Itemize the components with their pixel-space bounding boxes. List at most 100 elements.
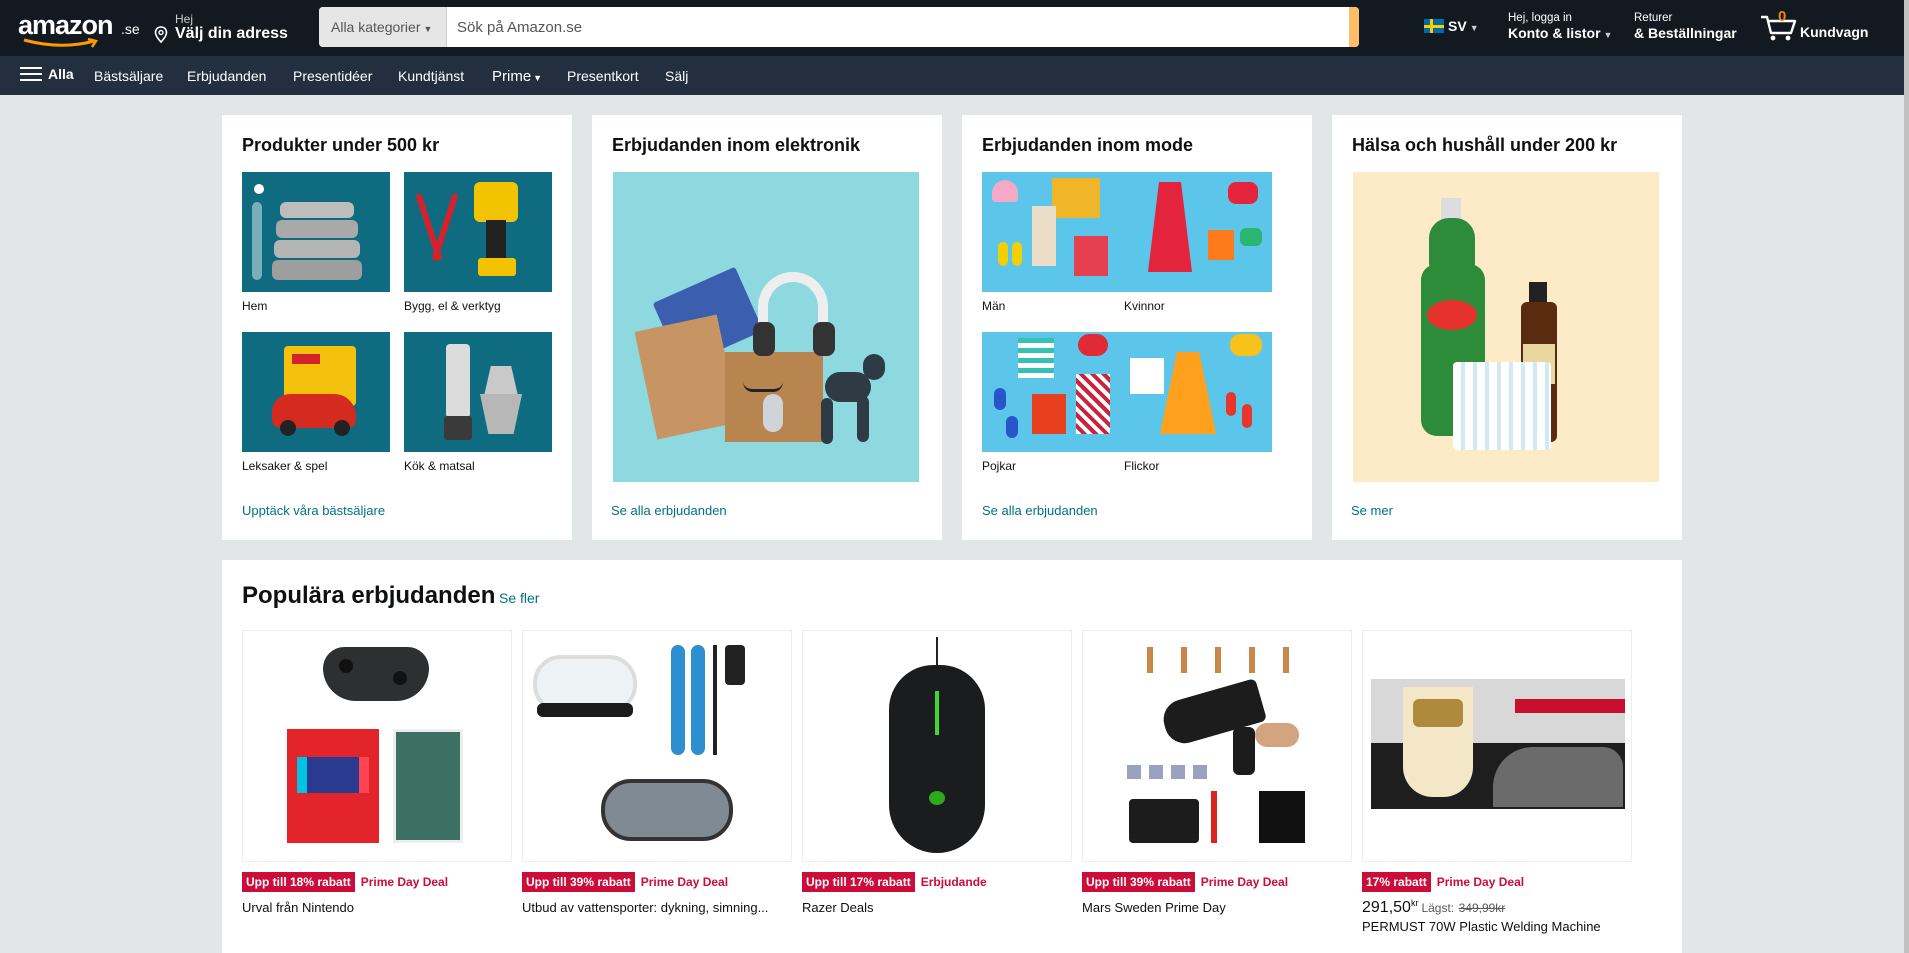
returns-orders-link[interactable]: Returer & Beställningar (1634, 12, 1737, 41)
search-bar: Alla kategorier ▼ (319, 7, 1359, 47)
chevron-down-icon: ▼ (1469, 23, 1479, 33)
chevron-down-icon: ▼ (533, 73, 543, 83)
account-greeting: Hej, logga in (1508, 12, 1572, 24)
search-input[interactable] (447, 7, 1229, 47)
deal-price: 291,50kr Lägst: 349,99kr (1362, 898, 1632, 917)
all-menu-label: Alla (48, 66, 74, 82)
nav-sell[interactable]: Sälj (665, 68, 688, 84)
see-more-link[interactable]: Se mer (1351, 503, 1393, 518)
nav-deals[interactable]: Erbjudanden (187, 68, 266, 84)
orders-label: & Beställningar (1634, 25, 1737, 41)
kitchen-image (404, 332, 552, 452)
address-label: Välj din adress (175, 25, 288, 42)
category-caption: Män (982, 299, 1006, 313)
tools-image (404, 172, 552, 292)
deal-image-watersports (522, 630, 792, 862)
address-greeting: Hej (175, 12, 194, 26)
amazon-logo[interactable]: amazon .se (18, 10, 140, 48)
deal-image-razer (802, 630, 1072, 862)
card-title: Produkter under 500 kr (242, 135, 440, 155)
deal-image-mars (1082, 630, 1352, 862)
card-title: Hälsa och hushåll under 200 kr (1352, 135, 1618, 155)
deal-title: Razer Deals (802, 900, 874, 915)
popular-deals-section: Populära erbjudanden Se fler Upp till 18… (222, 560, 1682, 953)
card-under-500: Produkter under 500 kr Hem Bygg, el & ve… (222, 115, 572, 540)
nav-gift-ideas[interactable]: Presentidéer (293, 68, 372, 84)
deal-type-label: Prime Day Deal (1436, 875, 1525, 889)
deal-type-label: Erbjudande (920, 875, 987, 889)
nav-gift-cards[interactable]: Presentkort (567, 68, 639, 84)
category-caption: Flickor (1124, 459, 1160, 473)
nav-prime[interactable]: Prime ▼ (492, 68, 542, 85)
cart-count: 0 (1778, 8, 1787, 25)
see-bestsellers-link[interactable]: Upptäck våra bästsäljare (242, 503, 385, 518)
deal-title: Mars Sweden Prime Day (1082, 900, 1226, 915)
card-health-household: Hälsa och hushåll under 200 kr Se mer (1332, 115, 1682, 540)
all-menu-button[interactable]: Alla (20, 66, 74, 82)
price-value: 291,50 (1362, 899, 1411, 916)
electronics-image[interactable] (613, 172, 919, 482)
women-image (1124, 172, 1272, 292)
category-tile-girls[interactable]: Flickor (1124, 332, 1272, 473)
card-title: Erbjudanden inom mode (982, 135, 1194, 155)
deal-card[interactable]: Upp till 18% rabatt Prime Day Deal Urval … (242, 630, 512, 915)
deal-card[interactable]: Upp till 17% rabatt Erbjudande Razer Deal… (802, 630, 1072, 915)
deal-title: Urval från Nintendo (242, 900, 354, 915)
account-menu[interactable]: Hej, logga in Konto & listor ▼ (1508, 12, 1612, 41)
card-title: Erbjudanden inom elektronik (612, 135, 861, 155)
deal-card[interactable]: 17% rabatt Prime Day Deal 291,50kr Lägst: … (1362, 630, 1632, 934)
health-household-image[interactable] (1353, 172, 1659, 482)
lowest-price-label: Lägst: (1421, 901, 1455, 915)
category-tile-boys[interactable]: Pojkar (982, 332, 1130, 473)
category-caption: Kök & matsal (404, 459, 475, 473)
account-label: Konto & listor (1508, 25, 1601, 41)
deal-title: PERMUST 70W Plastic Welding Machine (1362, 919, 1601, 934)
boys-image (982, 332, 1130, 452)
language-selector[interactable]: SV ▼ (1424, 18, 1479, 34)
section-title: Populära erbjudanden (242, 582, 496, 609)
nav-customer-service[interactable]: Kundtjänst (398, 68, 464, 84)
deal-card[interactable]: Upp till 39% rabatt Prime Day Deal Mars S… (1082, 630, 1352, 915)
top-navbar: amazon .se Hej Välj din adress Alla kate… (0, 0, 1909, 56)
see-more-deals-link[interactable]: Se fler (499, 590, 539, 606)
deal-type-label: Prime Day Deal (640, 875, 729, 889)
sweden-flag-icon (1424, 19, 1444, 33)
discount-badge: Upp till 39% rabatt (522, 872, 635, 892)
discount-badge: 17% rabatt (1362, 872, 1431, 892)
category-tile-tools[interactable]: Bygg, el & verktyg (404, 172, 552, 313)
category-tile-kitchen[interactable]: Kök & matsal (404, 332, 552, 473)
hamburger-menu-icon (20, 66, 42, 82)
cart-label: Kundvagn (1800, 24, 1869, 40)
nav-bestsellers[interactable]: Bästsäljare (94, 68, 163, 84)
search-category-select[interactable]: Alla kategorier ▼ (319, 7, 447, 47)
men-image (982, 172, 1130, 292)
category-tile-toys[interactable]: Leksaker & spel (242, 332, 390, 473)
returns-label: Returer (1634, 12, 1673, 24)
see-all-deals-link[interactable]: Se alla erbjudanden (982, 503, 1098, 518)
deal-type-label: Prime Day Deal (1200, 875, 1289, 889)
category-caption: Pojkar (982, 459, 1017, 473)
deal-image-sheba (1362, 630, 1632, 862)
page-scrollbar[interactable] (1904, 0, 1909, 953)
deal-card[interactable]: Upp till 39% rabatt Prime Day Deal Utbud … (522, 630, 792, 915)
nav-prime-label: Prime (492, 68, 532, 85)
logo-wordmark: amazon (18, 10, 114, 40)
category-tile-women[interactable]: Kvinnor (1124, 172, 1272, 313)
category-caption: Kvinnor (1124, 299, 1165, 313)
discount-badge: Upp till 18% rabatt (242, 872, 355, 892)
see-all-deals-link[interactable]: Se alla erbjudanden (611, 503, 727, 518)
cart-button[interactable]: 0 Kundvagn (1760, 8, 1880, 46)
home-image (242, 172, 390, 292)
deal-title: Utbud av vattensporter: dykning, simning… (522, 900, 769, 915)
search-category-label: Alla kategorier (331, 19, 421, 35)
category-caption: Leksaker & spel (242, 459, 328, 473)
discount-badge: Upp till 17% rabatt (802, 872, 915, 892)
deal-image-nintendo (242, 630, 512, 862)
secondary-navbar: Alla Bästsäljare Erbjudanden Presentidée… (0, 56, 1909, 95)
category-tile-men[interactable]: Män (982, 172, 1130, 313)
chevron-down-icon: ▼ (1603, 30, 1613, 40)
chevron-down-icon: ▼ (423, 24, 433, 34)
search-button[interactable] (1349, 7, 1359, 47)
category-tile-home[interactable]: Hem (242, 172, 390, 313)
card-electronics: Erbjudanden inom elektronik Se alla erbj… (592, 115, 942, 540)
